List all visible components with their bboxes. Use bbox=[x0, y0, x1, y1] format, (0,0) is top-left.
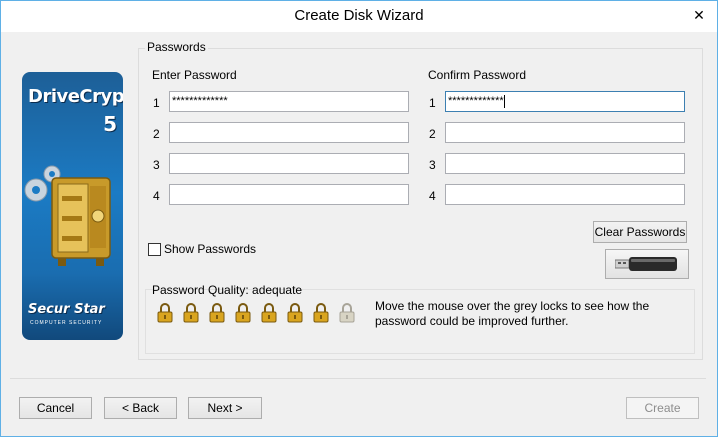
lock-icon bbox=[230, 303, 256, 325]
logo-product-name: DriveCrypt bbox=[28, 86, 123, 107]
quality-locks bbox=[152, 303, 360, 325]
row-number: 4 bbox=[153, 189, 160, 203]
confirm-password-field-4[interactable] bbox=[445, 184, 685, 205]
cancel-button[interactable]: Cancel bbox=[19, 397, 92, 419]
safe-and-gears-icon bbox=[24, 165, 111, 266]
title-bar: Create Disk Wizard ✕ bbox=[1, 1, 717, 32]
usb-stick-icon bbox=[615, 257, 677, 271]
confirm-password-field-2[interactable] bbox=[445, 122, 685, 143]
row-number: 3 bbox=[429, 158, 436, 172]
row-number: 1 bbox=[429, 96, 436, 110]
clear-passwords-button[interactable]: Clear Passwords bbox=[593, 221, 687, 243]
quality-hint-text: Move the mouse over the grey locks to se… bbox=[375, 299, 650, 328]
confirm-password-field-3[interactable] bbox=[445, 153, 685, 174]
lock-icon bbox=[204, 303, 230, 325]
row-number: 3 bbox=[153, 158, 160, 172]
enter-password-field-3[interactable] bbox=[169, 153, 409, 174]
confirm-password-value-1: ************* bbox=[448, 95, 504, 107]
drivecrypt-logo: DriveCrypt 5 Secur Star COMPUTER SECURIT… bbox=[22, 72, 123, 340]
row-number: 1 bbox=[153, 96, 160, 110]
window-title: Create Disk Wizard bbox=[294, 7, 424, 24]
securstar-brand: Secur Star bbox=[28, 302, 105, 317]
footer-divider bbox=[10, 378, 706, 379]
password-quality-label: Password Quality: adequate bbox=[152, 283, 303, 297]
logo-version: 5 bbox=[103, 112, 117, 136]
close-icon[interactable]: ✕ bbox=[687, 5, 711, 25]
lock-icon bbox=[308, 303, 334, 325]
show-passwords-checkbox[interactable]: Show Passwords bbox=[148, 242, 256, 256]
confirm-password-header: Confirm Password bbox=[428, 68, 527, 82]
usb-key-button[interactable] bbox=[605, 249, 689, 279]
enter-password-field-2[interactable] bbox=[169, 122, 409, 143]
lock-icon bbox=[152, 303, 178, 325]
checkbox-box[interactable] bbox=[148, 242, 161, 256]
lock-icon bbox=[178, 303, 204, 325]
lock-icon bbox=[256, 303, 282, 325]
row-number: 4 bbox=[429, 189, 436, 203]
enter-password-field-1[interactable]: ************* bbox=[169, 91, 409, 112]
next-button[interactable]: Next > bbox=[188, 397, 262, 419]
show-passwords-label: Show Passwords bbox=[164, 242, 257, 256]
grey-lock-icon[interactable] bbox=[334, 303, 360, 325]
securstar-tagline: COMPUTER SECURITY bbox=[30, 320, 103, 326]
enter-password-header: Enter Password bbox=[152, 68, 237, 82]
lock-icon bbox=[282, 303, 308, 325]
back-button[interactable]: < Back bbox=[104, 397, 177, 419]
create-button[interactable]: Create bbox=[626, 397, 699, 419]
enter-password-field-4[interactable] bbox=[169, 184, 409, 205]
passwords-group-label: Passwords bbox=[145, 40, 208, 54]
row-number: 2 bbox=[429, 127, 436, 141]
text-caret bbox=[503, 94, 505, 108]
confirm-password-field-1[interactable]: ************* bbox=[445, 91, 685, 112]
row-number: 2 bbox=[153, 127, 160, 141]
